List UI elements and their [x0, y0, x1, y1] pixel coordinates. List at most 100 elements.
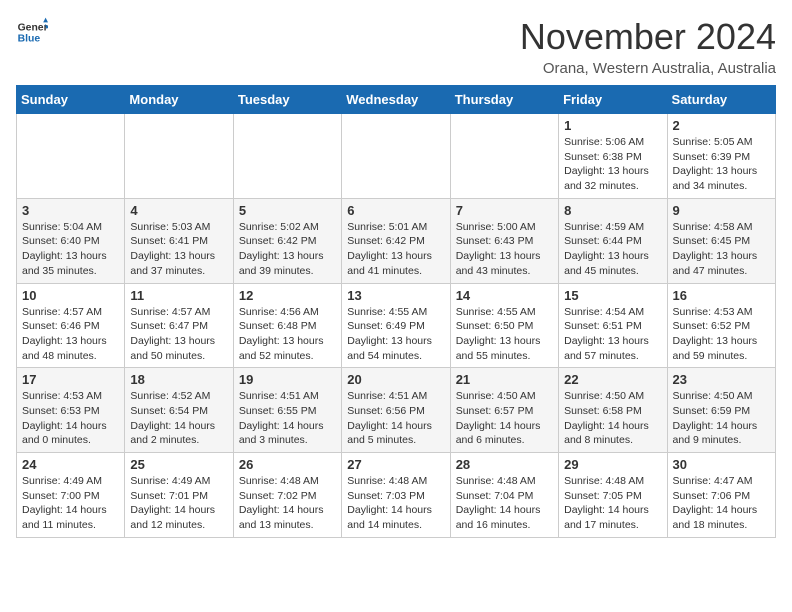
calendar-cell: 20Sunrise: 4:51 AMSunset: 6:56 PMDayligh…	[342, 368, 450, 453]
day-info: Sunrise: 4:50 AMSunset: 6:58 PMDaylight:…	[564, 389, 661, 448]
day-number: 14	[456, 288, 553, 303]
svg-text:General: General	[18, 22, 48, 33]
calendar-cell: 21 Sunrise: 4:50 AMSunset: 6:57 PMDayligh…	[450, 368, 558, 453]
calendar-cell: 9Sunrise: 4:58 AMSunset: 6:45 PMDaylight…	[667, 198, 775, 283]
day-number: 29	[564, 457, 661, 472]
calendar-cell: 3 Sunrise: 5:04 AMSunset: 6:40 PMDaylight…	[17, 198, 125, 283]
day-number: 7	[456, 203, 553, 218]
calendar-cell	[125, 114, 233, 199]
day-number: 10	[22, 288, 119, 303]
calendar-cell: 16 Sunrise: 4:53 AMSunset: 6:52 PMDayligh…	[667, 283, 775, 368]
weekday-header-tuesday: Tuesday	[233, 86, 341, 114]
calendar-week-5: 24 Sunrise: 4:49 AMSunset: 7:00 PMDayligh…	[17, 453, 776, 538]
calendar-body: 1 Sunrise: 5:06 AMSunset: 6:38 PMDaylight…	[17, 114, 776, 538]
day-info: Sunrise: 4:52 AMSunset: 6:54 PMDaylight:…	[130, 389, 227, 448]
day-info: Sunrise: 4:48 AMSunset: 7:04 PMDaylight:…	[456, 474, 553, 533]
day-number: 9	[673, 203, 770, 218]
day-info: Sunrise: 4:54 AMSunset: 6:51 PMDaylight:…	[564, 305, 661, 364]
calendar-cell: 17Sunrise: 4:53 AMSunset: 6:53 PMDayligh…	[17, 368, 125, 453]
day-info: Sunrise: 4:51 AMSunset: 6:56 PMDaylight:…	[347, 389, 444, 448]
day-number: 30	[673, 457, 770, 472]
day-info: Sunrise: 4:47 AMSunset: 7:06 PMDaylight:…	[673, 474, 770, 533]
calendar-week-3: 10 Sunrise: 4:57 AMSunset: 6:46 PMDayligh…	[17, 283, 776, 368]
calendar-cell: 30 Sunrise: 4:47 AMSunset: 7:06 PMDayligh…	[667, 453, 775, 538]
day-number: 5	[239, 203, 336, 218]
day-number: 26	[239, 457, 336, 472]
day-number: 21	[456, 372, 553, 387]
calendar-cell	[342, 114, 450, 199]
day-number: 27	[347, 457, 444, 472]
calendar-cell: 4Sunrise: 5:03 AMSunset: 6:41 PMDaylight…	[125, 198, 233, 283]
calendar-cell: 26 Sunrise: 4:48 AMSunset: 7:02 PMDayligh…	[233, 453, 341, 538]
day-info: Sunrise: 4:48 AMSunset: 7:05 PMDaylight:…	[564, 474, 661, 533]
calendar-cell: 19 Sunrise: 4:51 AMSunset: 6:55 PMDayligh…	[233, 368, 341, 453]
day-info: Sunrise: 5:04 AMSunset: 6:40 PMDaylight:…	[22, 220, 119, 279]
logo-icon: General Blue	[16, 16, 48, 48]
day-info: Sunrise: 5:06 AMSunset: 6:38 PMDaylight:…	[564, 135, 661, 194]
day-number: 25	[130, 457, 227, 472]
svg-text:Blue: Blue	[18, 34, 41, 45]
calendar-cell: 14 Sunrise: 4:55 AMSunset: 6:50 PMDayligh…	[450, 283, 558, 368]
calendar-week-4: 17Sunrise: 4:53 AMSunset: 6:53 PMDayligh…	[17, 368, 776, 453]
day-number: 24	[22, 457, 119, 472]
day-info: Sunrise: 5:03 AMSunset: 6:41 PMDaylight:…	[130, 220, 227, 279]
calendar-table: SundayMondayTuesdayWednesdayThursdayFrid…	[16, 85, 776, 538]
calendar-cell: 8 Sunrise: 4:59 AMSunset: 6:44 PMDaylight…	[559, 198, 667, 283]
calendar-cell: 25Sunrise: 4:49 AMSunset: 7:01 PMDayligh…	[125, 453, 233, 538]
calendar-week-1: 1 Sunrise: 5:06 AMSunset: 6:38 PMDaylight…	[17, 114, 776, 199]
day-number: 1	[564, 118, 661, 133]
day-info: Sunrise: 4:49 AMSunset: 7:00 PMDaylight:…	[22, 474, 119, 533]
day-info: Sunrise: 4:48 AMSunset: 7:03 PMDaylight:…	[347, 474, 444, 533]
day-number: 11	[130, 288, 227, 303]
calendar-cell: 22 Sunrise: 4:50 AMSunset: 6:58 PMDayligh…	[559, 368, 667, 453]
calendar-cell: 10 Sunrise: 4:57 AMSunset: 6:46 PMDayligh…	[17, 283, 125, 368]
day-number: 3	[22, 203, 119, 218]
day-info: Sunrise: 5:01 AMSunset: 6:42 PMDaylight:…	[347, 220, 444, 279]
weekday-header-thursday: Thursday	[450, 86, 558, 114]
calendar-cell: 15 Sunrise: 4:54 AMSunset: 6:51 PMDayligh…	[559, 283, 667, 368]
weekday-header-friday: Friday	[559, 86, 667, 114]
location-subtitle: Orana, Western Australia, Australia	[520, 60, 776, 77]
weekday-header-row: SundayMondayTuesdayWednesdayThursdayFrid…	[17, 86, 776, 114]
day-number: 15	[564, 288, 661, 303]
calendar-cell: 28 Sunrise: 4:48 AMSunset: 7:04 PMDayligh…	[450, 453, 558, 538]
calendar-cell: 7 Sunrise: 5:00 AMSunset: 6:43 PMDaylight…	[450, 198, 558, 283]
day-number: 8	[564, 203, 661, 218]
day-info: Sunrise: 4:48 AMSunset: 7:02 PMDaylight:…	[239, 474, 336, 533]
day-info: Sunrise: 4:53 AMSunset: 6:52 PMDaylight:…	[673, 305, 770, 364]
day-info: Sunrise: 4:50 AMSunset: 6:57 PMDaylight:…	[456, 389, 553, 448]
calendar-cell	[17, 114, 125, 199]
day-info: Sunrise: 4:59 AMSunset: 6:44 PMDaylight:…	[564, 220, 661, 279]
day-info: Sunrise: 5:00 AMSunset: 6:43 PMDaylight:…	[456, 220, 553, 279]
calendar-cell	[233, 114, 341, 199]
day-info: Sunrise: 4:55 AMSunset: 6:49 PMDaylight:…	[347, 305, 444, 364]
calendar-cell	[450, 114, 558, 199]
day-number: 12	[239, 288, 336, 303]
day-info: Sunrise: 4:51 AMSunset: 6:55 PMDaylight:…	[239, 389, 336, 448]
day-number: 13	[347, 288, 444, 303]
day-number: 16	[673, 288, 770, 303]
day-info: Sunrise: 4:57 AMSunset: 6:46 PMDaylight:…	[22, 305, 119, 364]
day-info: Sunrise: 4:53 AMSunset: 6:53 PMDaylight:…	[22, 389, 119, 448]
day-info: Sunrise: 4:56 AMSunset: 6:48 PMDaylight:…	[239, 305, 336, 364]
day-number: 23	[673, 372, 770, 387]
title-block: November 2024 Orana, Western Australia, …	[520, 16, 776, 77]
day-info: Sunrise: 5:05 AMSunset: 6:39 PMDaylight:…	[673, 135, 770, 194]
page-header: General Blue November 2024 Orana, Wester…	[16, 16, 776, 77]
calendar-cell: 29 Sunrise: 4:48 AMSunset: 7:05 PMDayligh…	[559, 453, 667, 538]
day-info: Sunrise: 4:55 AMSunset: 6:50 PMDaylight:…	[456, 305, 553, 364]
day-info: Sunrise: 4:57 AMSunset: 6:47 PMDaylight:…	[130, 305, 227, 364]
calendar-cell: 13 Sunrise: 4:55 AMSunset: 6:49 PMDayligh…	[342, 283, 450, 368]
weekday-header-wednesday: Wednesday	[342, 86, 450, 114]
day-number: 28	[456, 457, 553, 472]
day-number: 6	[347, 203, 444, 218]
calendar-cell: 12 Sunrise: 4:56 AMSunset: 6:48 PMDayligh…	[233, 283, 341, 368]
calendar-cell: 23 Sunrise: 4:50 AMSunset: 6:59 PMDayligh…	[667, 368, 775, 453]
day-number: 18	[130, 372, 227, 387]
calendar-cell: 5 Sunrise: 5:02 AMSunset: 6:42 PMDaylight…	[233, 198, 341, 283]
day-info: Sunrise: 5:02 AMSunset: 6:42 PMDaylight:…	[239, 220, 336, 279]
day-number: 19	[239, 372, 336, 387]
day-number: 22	[564, 372, 661, 387]
day-info: Sunrise: 4:50 AMSunset: 6:59 PMDaylight:…	[673, 389, 770, 448]
calendar-cell: 11 Sunrise: 4:57 AMSunset: 6:47 PMDayligh…	[125, 283, 233, 368]
